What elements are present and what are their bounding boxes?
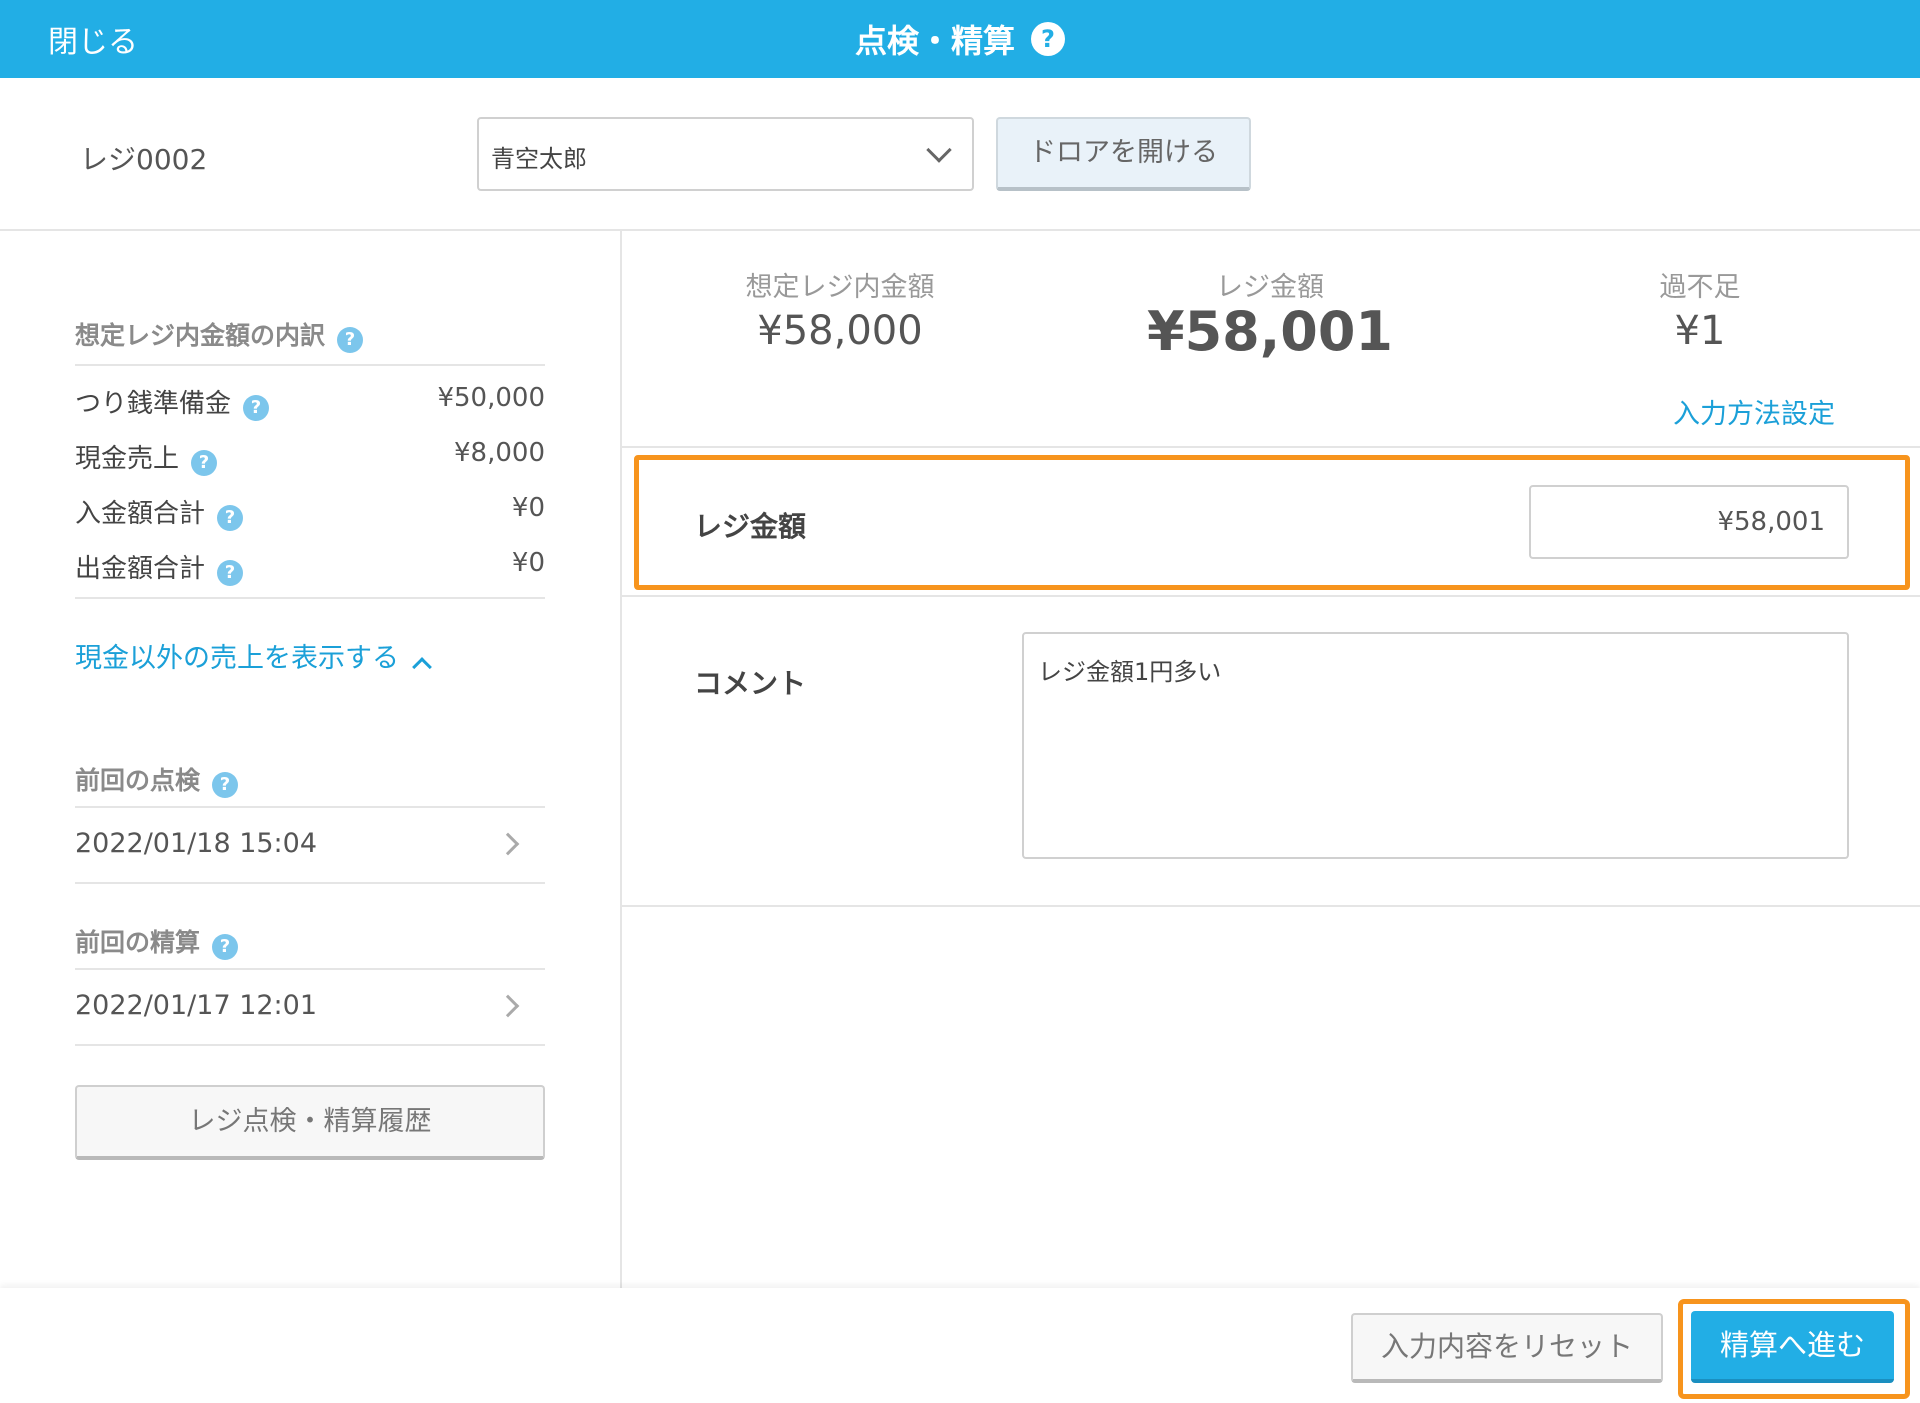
previous-settlement-section-title: 前回の精算? xyxy=(75,923,239,960)
divider xyxy=(622,446,1920,448)
breakdown-row-label: つり銭準備金? xyxy=(75,383,270,421)
previous-settlement-row[interactable]: 2022/01/17 12:01 xyxy=(75,970,545,1044)
difference-label: 過不足 xyxy=(1659,272,1741,303)
expected-amount-value: ¥58,000 xyxy=(757,308,923,354)
history-button[interactable]: レジ点検・精算履歴 xyxy=(75,1085,545,1160)
divider xyxy=(75,1044,545,1046)
cash-sales-label: 現金売上 xyxy=(75,444,180,474)
comment-label: コメント xyxy=(694,667,807,700)
chevron-down-icon xyxy=(926,137,952,163)
staff-select[interactable]: 青空太郎 xyxy=(477,117,974,191)
register-amount-value: ¥58,001 xyxy=(1147,300,1393,363)
deposit-total-label: 入金額合計 xyxy=(75,499,206,529)
change-fund-value: ¥50,000 xyxy=(437,383,545,413)
breakdown-section-title: 想定レジ内金額の内訳? xyxy=(75,316,364,353)
reset-input-button[interactable]: 入力内容をリセット xyxy=(1351,1313,1663,1383)
chevron-up-icon xyxy=(412,656,432,677)
previous-check-section-title: 前回の点検? xyxy=(75,761,239,798)
show-non-cash-sales-link[interactable]: 現金以外の売上を表示する xyxy=(75,636,432,677)
chevron-right-icon xyxy=(496,994,520,1018)
breakdown-row-label: 現金売上? xyxy=(75,438,218,476)
difference-value: ¥1 xyxy=(1674,308,1726,354)
divider xyxy=(0,229,1920,231)
previous-settlement-title: 前回の精算 xyxy=(75,928,201,957)
help-icon[interactable]: ? xyxy=(217,504,244,531)
register-amount-label: レジ金額 xyxy=(1216,272,1324,303)
change-fund-label: つり銭準備金 xyxy=(75,389,232,419)
panel-divider xyxy=(620,231,622,1288)
proceed-to-settlement-button[interactable]: 精算へ進む xyxy=(1691,1311,1894,1383)
register-amount-input[interactable] xyxy=(1529,485,1849,559)
withdrawal-total-value: ¥0 xyxy=(511,548,545,578)
breakdown-title: 想定レジ内金額の内訳 xyxy=(75,321,326,350)
withdrawal-total-label: 出金額合計 xyxy=(75,554,206,584)
page-title: 点検・精算 xyxy=(854,22,1015,60)
divider xyxy=(75,597,545,599)
help-icon[interactable]: ? xyxy=(191,449,218,476)
comment-textarea[interactable]: レジ金額1円多い xyxy=(1022,632,1849,859)
help-icon[interactable]: ? xyxy=(1031,22,1065,56)
show-non-cash-sales-label: 現金以外の売上を表示する xyxy=(75,643,399,674)
title-group: 点検・精算? xyxy=(0,16,1920,62)
divider xyxy=(622,595,1920,597)
help-icon[interactable]: ? xyxy=(212,771,239,798)
divider xyxy=(75,364,545,366)
deposit-total-value: ¥0 xyxy=(511,493,545,523)
expected-amount-label: 想定レジ内金額 xyxy=(745,272,935,303)
previous-check-title: 前回の点検 xyxy=(75,766,201,795)
help-icon[interactable]: ? xyxy=(337,326,364,353)
breakdown-row-label: 入金額合計? xyxy=(75,493,244,531)
chevron-right-icon xyxy=(496,832,520,856)
cash-sales-value: ¥8,000 xyxy=(454,438,545,468)
register-name: レジ0002 xyxy=(80,143,208,176)
previous-check-row[interactable]: 2022/01/18 15:04 xyxy=(75,808,545,882)
register-amount-field-label: レジ金額 xyxy=(694,510,807,543)
header-bar: 閉じる 点検・精算? xyxy=(0,0,1920,78)
input-method-settings-link[interactable]: 入力方法設定 xyxy=(1673,392,1835,431)
previous-settlement-datetime: 2022/01/17 12:01 xyxy=(75,990,318,1021)
breakdown-row-label: 出金額合計? xyxy=(75,548,244,586)
divider xyxy=(622,905,1920,907)
help-icon[interactable]: ? xyxy=(217,559,244,586)
staff-select-value: 青空太郎 xyxy=(491,145,587,173)
divider xyxy=(75,882,545,884)
help-icon[interactable]: ? xyxy=(212,933,239,960)
help-icon[interactable]: ? xyxy=(243,394,270,421)
open-drawer-button[interactable]: ドロアを開ける xyxy=(996,117,1251,191)
previous-check-datetime: 2022/01/18 15:04 xyxy=(75,828,318,859)
